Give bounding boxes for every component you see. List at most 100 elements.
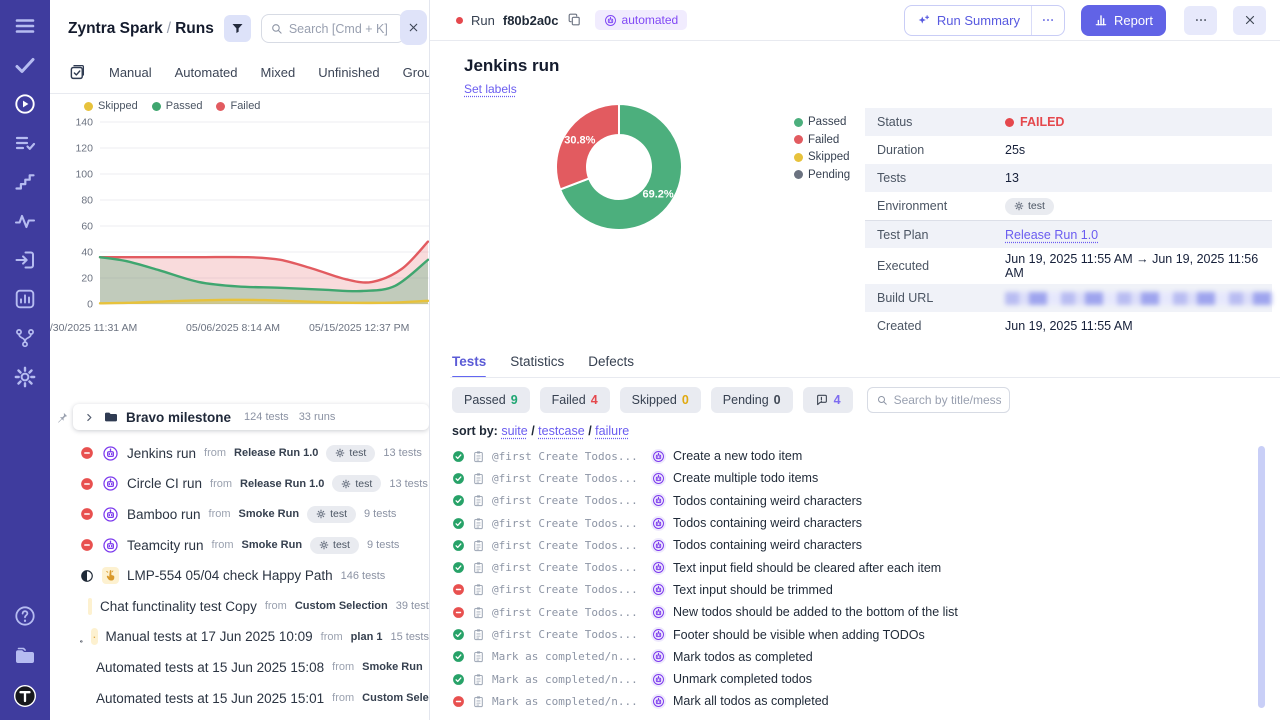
sidebar-item-logo[interactable]: [13, 684, 37, 708]
runs-tab-groups[interactable]: Groups: [403, 65, 430, 80]
sidebar-item-help[interactable]: [13, 604, 37, 628]
detail-value: 13: [1005, 171, 1019, 185]
filter-pending[interactable]: Pending0: [711, 387, 793, 413]
run-list-item[interactable]: Manual tests at 13 Jun 2025 12:17fromCus…: [50, 713, 429, 720]
run-from-label: from: [265, 600, 287, 612]
report-button[interactable]: Report: [1081, 5, 1166, 36]
clipboard-icon: [472, 628, 485, 641]
sidebar-item-milestones[interactable]: [13, 170, 37, 194]
milestone-card[interactable]: Bravo milestone 124 tests 33 runs: [73, 404, 429, 430]
environment-badge: test: [307, 506, 356, 523]
tests-scrollbar[interactable]: [1258, 446, 1265, 708]
filter-failed[interactable]: Failed4: [540, 387, 610, 413]
runs-tab-automated[interactable]: Automated: [175, 65, 238, 80]
run-list-item[interactable]: Manual tests at 17 Jun 2025 10:09frompla…: [50, 622, 429, 653]
milestone-row[interactable]: Bravo milestone 124 tests 33 runs: [56, 404, 429, 430]
sidebar-item-settings[interactable]: [13, 365, 37, 389]
sidebar-item-tests[interactable]: [13, 53, 37, 77]
run-list-item[interactable]: Automated tests at 15 Jun 2025 15:08from…: [50, 652, 429, 683]
sort-link-suite[interactable]: suite: [501, 424, 527, 438]
sort-link-failure[interactable]: failure: [595, 424, 629, 438]
copy-run-id-button[interactable]: [567, 12, 583, 28]
sidebar-item-projects[interactable]: [13, 644, 37, 668]
test-row[interactable]: @first Create Todos...Todos containing w…: [452, 534, 1244, 556]
clipboard-icon: [472, 494, 485, 507]
run-name: Jenkins run: [127, 446, 196, 461]
chevron-right-icon[interactable]: [83, 411, 96, 424]
runs-tab-unfinished[interactable]: Unfinished: [318, 65, 379, 80]
test-title: New todos should be added to the bottom …: [673, 605, 958, 619]
run-summary-more-button[interactable]: [1031, 6, 1064, 35]
donut-legend-passed: Passed: [794, 116, 850, 128]
search-input[interactable]: [289, 22, 396, 36]
test-row[interactable]: @first Create Todos...Text input should …: [452, 579, 1244, 601]
sort-link-testcase[interactable]: testcase: [538, 424, 585, 438]
automated-test-icon: [651, 672, 666, 687]
filter-skipped[interactable]: Skipped0: [620, 387, 701, 413]
test-row[interactable]: @first Create Todos...Create multiple to…: [452, 467, 1244, 489]
sidebar-item-import[interactable]: [13, 248, 37, 272]
comment-icon: [815, 393, 829, 407]
status-text: FAILED: [1020, 115, 1064, 129]
test-title: Text input should be trimmed: [673, 583, 833, 597]
automated-test-icon: [651, 471, 666, 486]
runs-panel: Zyntra Spark/Runs ManualAutomatedMixedUn…: [50, 0, 430, 720]
filter-button[interactable]: [224, 15, 251, 42]
legend-dot: [794, 135, 803, 144]
environment-name: test: [330, 508, 347, 520]
sidebar-item-menu[interactable]: [13, 14, 37, 38]
test-row[interactable]: @first Create Todos...Todos containing w…: [452, 512, 1244, 534]
legend-dot: [794, 153, 803, 162]
test-title: Create a new todo item: [673, 449, 802, 463]
tab-statistics[interactable]: Statistics: [510, 354, 564, 378]
copy-icon: [567, 12, 582, 27]
detail-value: Release Run 1.0: [1005, 228, 1098, 242]
run-list-item[interactable]: Circle CI runfromRelease Run 1.0test13 t…: [50, 469, 429, 500]
sidebar-item-integrations[interactable]: [13, 326, 37, 350]
test-row[interactable]: @first Create Todos...New todos should b…: [452, 601, 1244, 623]
close-run-button[interactable]: [1233, 6, 1266, 35]
runs-tab-mixed[interactable]: Mixed: [261, 65, 296, 80]
run-list-item[interactable]: Bamboo runfromSmoke Runtest9 tests: [50, 499, 429, 530]
automated-badge-label: automated: [622, 13, 679, 27]
runs-tab-manual[interactable]: Manual: [109, 65, 152, 80]
branch-icon: [13, 326, 37, 350]
tab-tests[interactable]: Tests: [452, 354, 486, 378]
test-search-input[interactable]: [894, 393, 1001, 407]
ellipsis-icon: [1041, 13, 1055, 27]
more-actions-button[interactable]: [1184, 6, 1217, 35]
filter-comments[interactable]: 4: [803, 387, 853, 413]
run-details-table: StatusFAILEDDuration25sTests13Environmen…: [865, 108, 1272, 340]
run-list-item[interactable]: Chat functinality test CopyfromCustom Se…: [50, 591, 429, 622]
run-from-label: from: [332, 692, 354, 704]
collapse-panel-button[interactable]: [400, 10, 427, 45]
run-list-item[interactable]: Teamcity runfromSmoke Runtest9 tests: [50, 530, 429, 561]
run-tests-count: 39 tests: [396, 600, 429, 612]
test-row[interactable]: Mark as completed/n...Mark all todos as …: [452, 690, 1244, 712]
test-row[interactable]: @first Create Todos...Footer should be v…: [452, 623, 1244, 645]
sidebar-item-runs[interactable]: [13, 92, 37, 116]
test-plan-link[interactable]: Release Run 1.0: [1005, 228, 1098, 242]
run-list-item[interactable]: Jenkins runfromRelease Run 1.0test13 tes…: [50, 438, 429, 469]
legend-dot: [84, 102, 93, 111]
test-row[interactable]: @first Create Todos...Create a new todo …: [452, 445, 1244, 467]
test-row[interactable]: @first Create Todos...Todos containing w…: [452, 490, 1244, 512]
run-list-item[interactable]: Automated tests at 15 Jun 2025 15:01from…: [50, 683, 429, 714]
detail-label: Environment: [877, 199, 1005, 213]
tab-defects[interactable]: Defects: [588, 354, 634, 378]
run-list-item[interactable]: LMP-554 05/04 check Happy Path146 tests: [50, 560, 429, 591]
test-row[interactable]: Mark as completed/n...Unmark completed t…: [452, 668, 1244, 690]
select-all-icon[interactable]: [68, 63, 86, 81]
detail-row-build-url: Build URL: [865, 284, 1272, 312]
automated-run-icon: [102, 506, 119, 523]
sidebar-item-analytics[interactable]: [13, 209, 37, 233]
sidebar-item-test-plans[interactable]: [13, 131, 37, 155]
test-title: Text input field should be cleared after…: [673, 561, 941, 575]
set-labels-link[interactable]: Set labels: [464, 82, 517, 96]
test-row[interactable]: @first Create Todos...Text input field s…: [452, 556, 1244, 578]
run-summary-button[interactable]: Run Summary: [904, 5, 1065, 36]
test-row[interactable]: Mark as completed/n...Mark todos as comp…: [452, 646, 1244, 668]
test-title: Mark todos as completed: [673, 650, 813, 664]
filter-passed[interactable]: Passed9: [452, 387, 530, 413]
sidebar-item-reports[interactable]: [13, 287, 37, 311]
